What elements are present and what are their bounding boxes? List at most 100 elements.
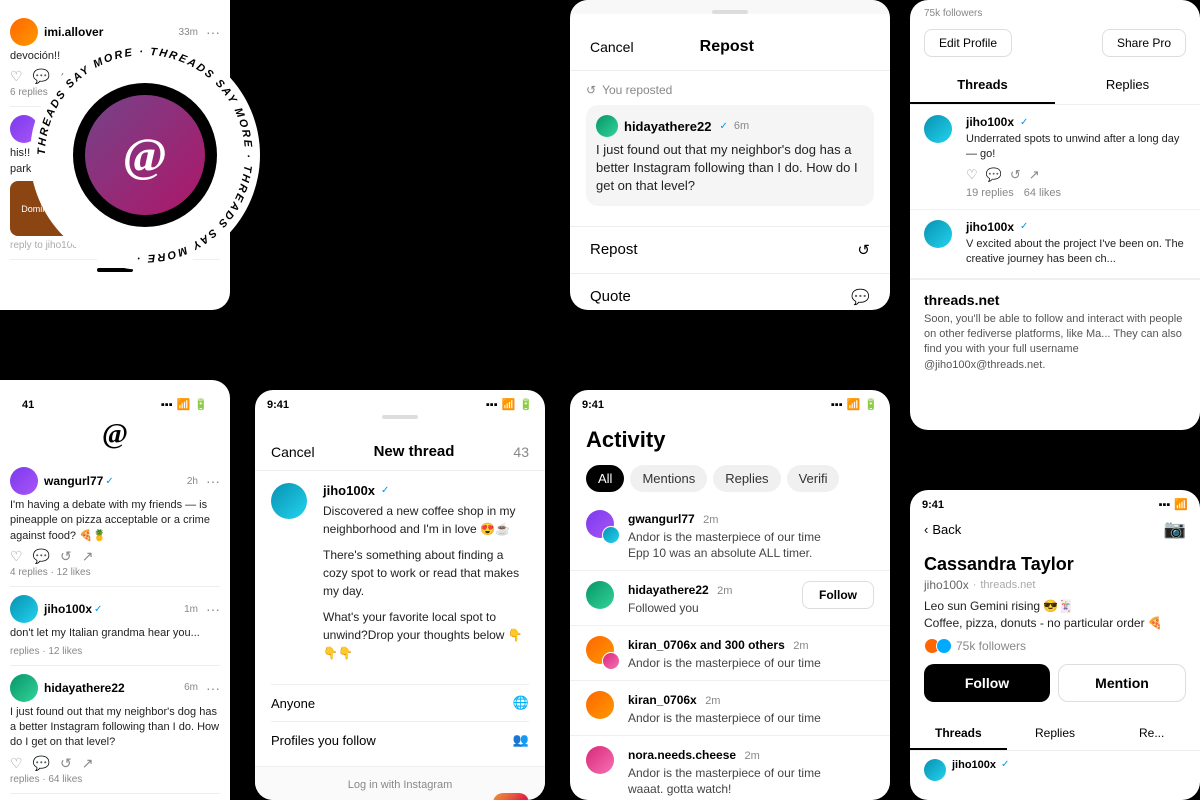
activity-item-hidayat: hidayathere22 2m Followed you Follow xyxy=(570,571,890,626)
repost-icon[interactable]: ↺ xyxy=(60,548,72,565)
thread-username: jiho100x xyxy=(323,483,375,498)
post-header: jiho100x ✓ xyxy=(966,220,1186,234)
verified-icon: ✓ xyxy=(719,121,727,132)
cancel-button[interactable]: Cancel xyxy=(271,444,315,460)
more-options-icon[interactable]: ··· xyxy=(206,601,220,617)
feed-panel-bottom: 41 ▪▪▪ 📶 🔋 @ wangurl77 ✓ 2h ··· I'm havi… xyxy=(0,380,230,800)
tab-replies[interactable]: Replies xyxy=(1007,718,1104,750)
more-options-icon[interactable]: ··· xyxy=(206,473,220,489)
username: jiho100x xyxy=(952,759,996,771)
battery-icon: 🔋 xyxy=(519,398,533,411)
repost-icon[interactable]: ↺ xyxy=(1010,167,1021,183)
post-text: Underrated spots to unwind after a long … xyxy=(966,132,1186,163)
permission-profiles[interactable]: Profiles you follow 👥 xyxy=(271,721,529,758)
activity-name-time: gwangurl77 2m xyxy=(628,510,874,528)
cassandra-bio: Leo sun Gemini rising 😎🃏 Coffee, pizza, … xyxy=(924,598,1186,632)
post-text: V excited about the project I've been on… xyxy=(966,237,1186,268)
drag-handle[interactable] xyxy=(712,10,748,14)
avatar-main xyxy=(586,746,614,774)
activity-content: kiran_0706x 2m Andor is the masterpiece … xyxy=(628,691,874,725)
cassandra-body: Cassandra Taylor jiho100x · threads.net … xyxy=(910,546,1200,710)
signal-icon: ▪▪▪ xyxy=(161,399,173,411)
tab-re[interactable]: Re... xyxy=(1103,718,1200,750)
status-icons: ▪▪▪ 📶 🔋 xyxy=(161,398,208,411)
post-actions: ♡ 💬 ↺ ↗ xyxy=(966,167,1186,183)
status-bar: 9:41 ▪▪▪ 📶 🔋 xyxy=(255,390,545,415)
post-actions: ♡ 💬 ↺ ↗ xyxy=(10,755,220,772)
mention-button[interactable]: Mention xyxy=(1058,664,1186,702)
activity-item-kiran-others: kiran_0706x and 300 others 2m Andor is t… xyxy=(570,626,890,681)
thread-text[interactable]: Discovered a new coffee shop in my neigh… xyxy=(323,502,529,662)
new-thread-title: New thread xyxy=(374,443,455,460)
activity-content: hidayathere22 2m Followed you xyxy=(628,581,794,615)
post-stats: replies · 64 likes xyxy=(10,774,220,785)
status-time: 9:41 xyxy=(582,399,604,411)
feed-post-wangurl: wangurl77 ✓ 2h ··· I'm having a debate w… xyxy=(10,459,220,587)
activity-content: gwangurl77 2m Andor is the masterpiece o… xyxy=(628,510,874,560)
quote-option[interactable]: Quote 💬 xyxy=(570,273,890,310)
activity-content: kiran_0706x and 300 others 2m Andor is t… xyxy=(628,636,874,670)
tab-all[interactable]: All xyxy=(586,465,624,492)
activity-item-kiran: kiran_0706x 2m Andor is the masterpiece … xyxy=(570,681,890,736)
cassandra-panel: 9:41 ▪▪▪ 📶 ‹ Back 📷 Cassandra Taylor jih… xyxy=(910,490,1200,800)
follower-avatars xyxy=(924,638,952,654)
permission-anyone[interactable]: Anyone 🌐 xyxy=(271,684,529,721)
comment-icon[interactable]: 💬 xyxy=(986,167,1002,183)
quoted-avatar xyxy=(596,115,618,137)
quoted-post-header: hidayathere22 ✓ 6m xyxy=(596,115,864,137)
followers-label: 75k followers xyxy=(924,8,982,19)
share-pro-button[interactable]: Share Pro xyxy=(1102,29,1186,57)
status-time: 9:41 xyxy=(267,399,289,411)
repost-icon[interactable]: ↺ xyxy=(60,755,72,772)
mini-post: jiho100x ✓ xyxy=(910,751,1200,789)
threads-net-description: Soon, you'll be able to follow and inter… xyxy=(924,312,1186,374)
tab-threads[interactable]: Threads xyxy=(910,67,1055,104)
repost-header: Cancel Repost xyxy=(570,24,890,71)
tab-threads[interactable]: Threads xyxy=(910,718,1007,750)
tab-mentions[interactable]: Mentions xyxy=(630,465,707,492)
quote-icon: 💬 xyxy=(851,288,870,306)
like-icon[interactable]: ♡ xyxy=(10,68,23,85)
thread-user: jiho100x ✓ Discovered a new coffee shop … xyxy=(271,483,529,662)
quoted-username: hidayathere22 xyxy=(624,119,711,134)
repost-indicator-icon: ↺ xyxy=(586,83,596,97)
back-button[interactable]: ‹ Back xyxy=(924,522,961,537)
more-options-icon[interactable]: ··· xyxy=(206,680,220,696)
instagram-icon[interactable]: 📷 xyxy=(493,793,529,800)
avatar xyxy=(10,674,38,702)
threads-at-symbol: @ xyxy=(123,128,168,183)
edit-profile-button[interactable]: Edit Profile xyxy=(924,29,1012,57)
tab-replies[interactable]: Replies xyxy=(713,465,780,492)
repost-title: Repost xyxy=(700,38,754,56)
followers-count: 75k followers xyxy=(956,639,1026,653)
people-icon: 👥 xyxy=(513,732,529,748)
share-icon[interactable]: ↗ xyxy=(82,755,94,772)
cassandra-nav: ‹ Back 📷 xyxy=(910,515,1200,546)
globe-icon: 🌐 xyxy=(513,695,529,711)
handle-separator: · xyxy=(973,579,977,591)
wifi-icon: 📶 xyxy=(502,398,516,411)
drag-handle[interactable] xyxy=(382,415,418,419)
repost-label: Repost xyxy=(590,241,638,258)
threads-net-title: threads.net xyxy=(924,292,1186,308)
share-icon[interactable]: ↗ xyxy=(82,548,94,565)
status-bar: 9:41 ▪▪▪ 📶 🔋 xyxy=(570,390,890,415)
share-icon[interactable]: ↗ xyxy=(1029,167,1040,183)
repost-option[interactable]: Repost ↺ xyxy=(570,226,890,273)
cancel-button[interactable]: Cancel xyxy=(590,39,634,55)
avatar xyxy=(924,220,952,248)
like-icon[interactable]: ♡ xyxy=(10,755,23,772)
verified-icon: ✓ xyxy=(105,476,113,487)
comment-icon[interactable]: 💬 xyxy=(33,755,50,772)
like-icon[interactable]: ♡ xyxy=(966,167,978,183)
like-icon[interactable]: ♡ xyxy=(10,548,23,565)
status-icons: ▪▪▪ 📶 🔋 xyxy=(831,398,878,411)
follow-button[interactable]: Follow xyxy=(802,581,874,609)
comment-icon[interactable]: 💬 xyxy=(33,548,50,565)
activity-name-time: kiran_0706x and 300 others 2m xyxy=(628,636,874,654)
post-actions: ♡ 💬 ↺ ↗ xyxy=(10,548,220,565)
tab-replies[interactable]: Replies xyxy=(1055,67,1200,104)
tab-verified[interactable]: Verifi xyxy=(787,465,840,492)
repost-panel: Cancel Repost ↺ You reposted hidayathere… xyxy=(570,0,890,310)
follow-button[interactable]: Follow xyxy=(924,664,1050,702)
